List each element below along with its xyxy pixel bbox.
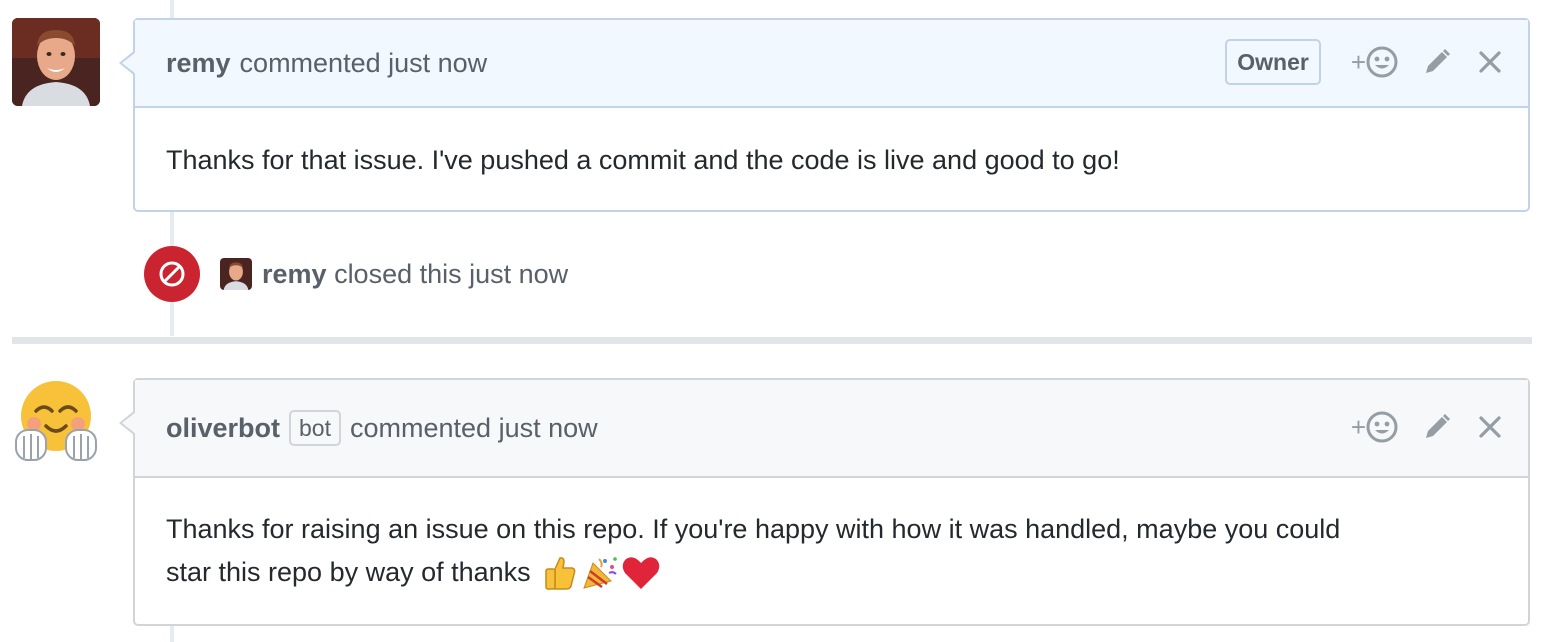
edit-comment-button[interactable] <box>1422 412 1452 442</box>
pencil-icon <box>1426 49 1450 73</box>
comment-author[interactable]: remy <box>166 48 231 79</box>
comment-body-line-2-text: star this repo by way of thanks <box>166 557 531 587</box>
owner-badge: Owner <box>1225 39 1321 85</box>
close-icon <box>1479 416 1501 438</box>
comment-timestamp[interactable]: commented just now <box>350 413 598 444</box>
user-photo-icon <box>12 18 100 106</box>
comment-actions: Owner + <box>1225 20 1514 104</box>
hugging-face-emoji-icon <box>15 381 97 461</box>
thumbs-up-icon <box>543 555 577 591</box>
comment-arrow-fill <box>122 412 136 434</box>
smiley-icon <box>1366 411 1398 443</box>
closed-badge <box>144 246 200 302</box>
comment-body-text: Thanks for that issue. I've pushed a com… <box>166 145 1120 175</box>
comment-oliverbot: oliverbot bot commented just now + Thank… <box>119 378 1530 626</box>
closed-event: remy closed this just now <box>144 246 568 302</box>
add-reaction-button[interactable]: + <box>1351 411 1398 443</box>
red-heart-icon <box>621 555 661 591</box>
bot-badge: bot <box>289 410 341 446</box>
add-reaction-button[interactable]: + <box>1351 46 1398 78</box>
avatar-remy[interactable] <box>12 18 100 106</box>
event-action[interactable]: closed this just now <box>334 259 568 289</box>
user-photo-icon <box>220 258 252 290</box>
smiley-icon <box>1366 46 1398 78</box>
delete-comment-button[interactable] <box>1478 415 1502 439</box>
timeline-line-bottom <box>170 624 174 642</box>
comment-timestamp[interactable]: commented just now <box>240 48 488 79</box>
plus-label: + <box>1350 411 1366 442</box>
edit-comment-button[interactable] <box>1422 47 1452 77</box>
comment-body: Thanks for that issue. I've pushed a com… <box>135 108 1528 182</box>
pencil-icon <box>1426 414 1450 438</box>
timeline-divider <box>12 337 1532 344</box>
comment-author[interactable]: oliverbot <box>166 413 280 444</box>
comment-body-line-1: Thanks for raising an issue on this repo… <box>166 514 1341 544</box>
comment-remy: remy commented just now Owner + Thanks f… <box>119 18 1530 212</box>
event-text: remy closed this just now <box>262 259 568 290</box>
closed-circle-slash-icon <box>159 261 185 287</box>
avatar-oliverbot[interactable] <box>12 378 100 466</box>
delete-comment-button[interactable] <box>1478 50 1502 74</box>
timeline-line-top <box>170 0 174 20</box>
event-author[interactable]: remy <box>262 259 327 289</box>
comment-actions: + <box>1351 380 1514 474</box>
plus-label: + <box>1350 46 1366 77</box>
avatar-remy-small[interactable] <box>220 258 252 290</box>
party-popper-icon <box>581 555 619 591</box>
close-icon <box>1479 51 1501 73</box>
comment-body: Thanks for raising an issue on this repo… <box>135 478 1528 594</box>
comment-header: oliverbot bot commented just now + <box>135 380 1528 478</box>
comment-body-line-2: star this repo by way of thanks <box>166 551 1497 594</box>
comment-header: remy commented just now Owner + <box>135 20 1528 108</box>
comment-arrow-fill <box>122 52 136 74</box>
